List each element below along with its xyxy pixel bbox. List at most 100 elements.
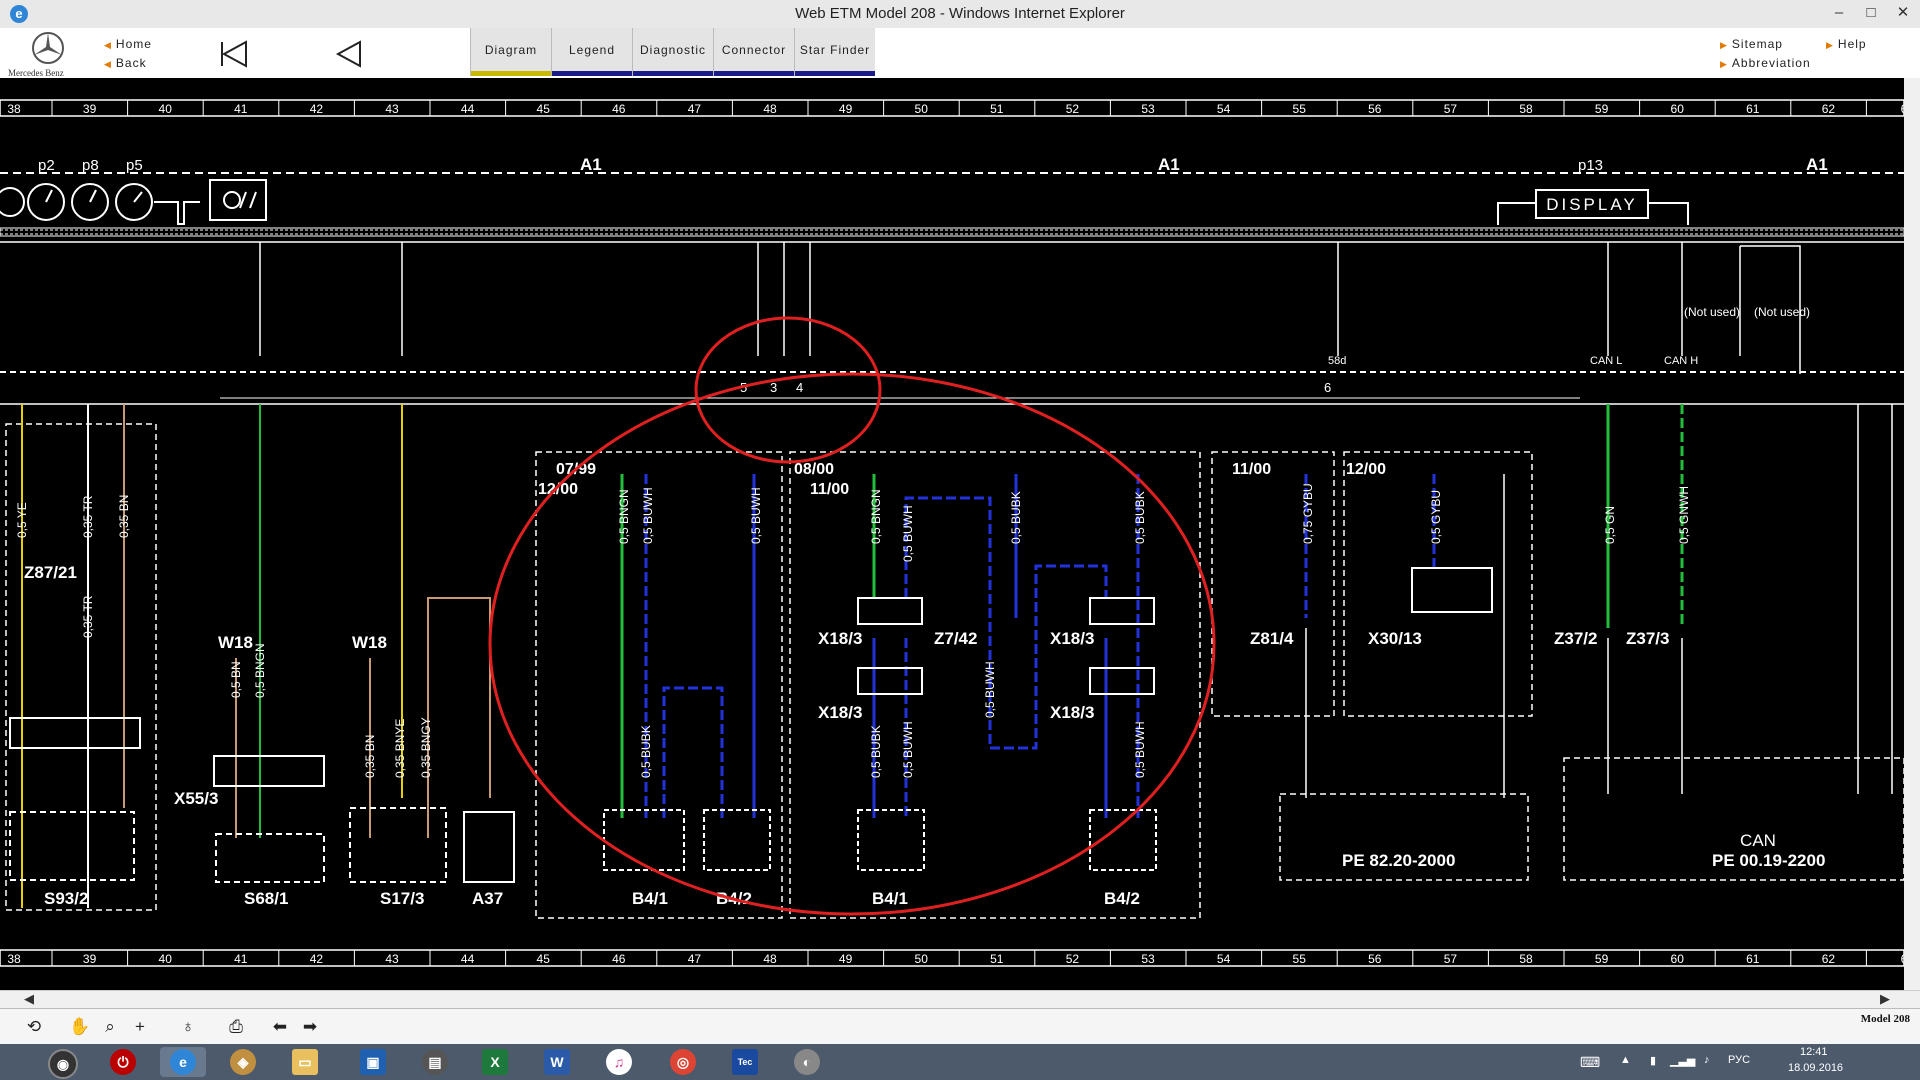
keyboard-icon[interactable]: ⌨ bbox=[1580, 1054, 1600, 1071]
clock-time[interactable]: 12:41 bbox=[1800, 1046, 1828, 1058]
pe-reference: PE 82.20-2000 bbox=[1342, 851, 1455, 870]
forward-arrow-icon[interactable]: ➡ bbox=[298, 1015, 322, 1039]
component-label: X18/3 bbox=[818, 629, 862, 648]
grid-number: 47 bbox=[688, 952, 702, 966]
wire-label: 0,35 BNYE bbox=[393, 719, 407, 778]
grid-number: 52 bbox=[1066, 102, 1080, 116]
rotate-icon[interactable]: ⟲ bbox=[22, 1015, 46, 1039]
grid-number: 54 bbox=[1217, 952, 1231, 966]
taskbar-app[interactable]: ◐ bbox=[784, 1047, 830, 1077]
window-title: Web ETM Model 208 - Windows Internet Exp… bbox=[795, 5, 1125, 22]
wire-label: 0,5 GN bbox=[1603, 506, 1617, 544]
pin-label: p2 bbox=[38, 157, 55, 174]
component-label: B4/1 bbox=[872, 889, 908, 908]
back-arrow-icon[interactable]: ⬅ bbox=[268, 1015, 292, 1039]
mercedes-logo[interactable]: Mercedes Benz bbox=[8, 30, 78, 78]
grid-number: 42 bbox=[310, 102, 324, 116]
tab-indicator bbox=[633, 71, 713, 76]
taskbar-excel-app[interactable]: X bbox=[472, 1047, 518, 1077]
component-label: A37 bbox=[472, 889, 503, 908]
scroll-left-icon[interactable]: ◀ bbox=[24, 991, 34, 1007]
grid-number: 49 bbox=[839, 102, 853, 116]
pin-label: p8 bbox=[82, 157, 99, 174]
maximize-button[interactable]: □ bbox=[1856, 2, 1886, 24]
tab-diagram[interactable]: Diagram bbox=[470, 28, 551, 76]
grid-number: 46 bbox=[612, 952, 626, 966]
taskbar-app[interactable]: ◈ bbox=[220, 1047, 266, 1077]
wire-label: 0,5 BUWH bbox=[641, 487, 655, 544]
grid-number: 47 bbox=[688, 102, 702, 116]
language-indicator[interactable]: РУС bbox=[1728, 1054, 1750, 1066]
taskbar-word-app[interactable]: W bbox=[534, 1047, 580, 1077]
tab-diagnostic[interactable]: Diagnostic bbox=[632, 28, 713, 76]
arrow-icon: ▶ bbox=[1720, 59, 1728, 69]
grid-number: 42 bbox=[310, 952, 324, 966]
first-page-icon[interactable] bbox=[218, 40, 250, 68]
back-link[interactable]: ◀ Back bbox=[104, 56, 147, 70]
module-label: A1 bbox=[580, 155, 602, 174]
previous-page-icon[interactable] bbox=[334, 40, 364, 68]
taskbar-tecdoc-app[interactable]: Tec bbox=[722, 1047, 768, 1077]
grid-number: 40 bbox=[159, 102, 173, 116]
taskbar-power-app[interactable]: ⏻ bbox=[100, 1047, 146, 1077]
grid-number: 45 bbox=[537, 102, 551, 116]
print-icon[interactable]: ⎙ bbox=[224, 1015, 248, 1039]
grid-number: 50 bbox=[915, 102, 929, 116]
sitemap-link[interactable]: ▶ Sitemap bbox=[1720, 37, 1783, 51]
pin-number: 6 bbox=[1324, 380, 1331, 395]
scroll-right-icon[interactable]: ▶ bbox=[1880, 991, 1890, 1007]
crosshair-icon[interactable]: + bbox=[128, 1015, 152, 1039]
tab-star-finder[interactable]: Star Finder bbox=[794, 28, 875, 76]
close-button[interactable]: ✕ bbox=[1888, 2, 1918, 24]
taskbar-chrome-app[interactable]: ◎ bbox=[660, 1047, 706, 1077]
zoom-icon[interactable]: ⌕ bbox=[98, 1015, 122, 1039]
wiring-diagram[interactable]: 38 39 40 41 42 43 44 45 46 47 48 49 50 51 52 53 54 55 56 57… bbox=[0, 78, 1920, 990]
grid-number: 53 bbox=[1141, 102, 1155, 116]
wire-label: 0,35 BN bbox=[117, 495, 131, 538]
home-link[interactable]: ◀ Home bbox=[104, 37, 152, 51]
tab-indicator bbox=[795, 71, 875, 76]
abbreviation-link[interactable]: ▶ Abbreviation bbox=[1720, 56, 1811, 70]
help-link[interactable]: ▶ Help bbox=[1826, 37, 1867, 51]
diagram-toolbar: ⟲ ✋ ⌕ + ♁ ⎙ ⬅ ➡ Model 208 bbox=[0, 1008, 1920, 1045]
wire-label: 0,35 BNGY bbox=[419, 717, 433, 778]
grid-number: 59 bbox=[1595, 952, 1609, 966]
tab-bar: Diagram Legend Diagnostic Connector Star… bbox=[470, 28, 875, 78]
clock-date[interactable]: 18.09.2016 bbox=[1788, 1062, 1843, 1074]
volume-icon[interactable]: ♪ bbox=[1704, 1054, 1710, 1066]
pan-hand-icon[interactable]: ✋ bbox=[68, 1015, 92, 1039]
tray-up-icon[interactable]: ▲ bbox=[1620, 1054, 1631, 1066]
back-label: Back bbox=[115, 56, 147, 70]
star-logo-icon bbox=[32, 32, 64, 64]
wire-label: 0,5 BNGN bbox=[869, 489, 883, 544]
taskbar-app[interactable]: ▣ bbox=[350, 1047, 396, 1077]
grid-number: 41 bbox=[234, 102, 248, 116]
grid-number: 60 bbox=[1671, 102, 1685, 116]
grid-number: 58 bbox=[1519, 952, 1533, 966]
battery-icon[interactable]: ▮ bbox=[1650, 1054, 1656, 1067]
wire-label: 0,75 GYBU bbox=[1301, 483, 1315, 544]
component-label: X30/13 bbox=[1368, 629, 1422, 648]
vertical-scrollbar[interactable] bbox=[1904, 78, 1920, 990]
sensor-boxes bbox=[603, 567, 1493, 871]
signal-icon[interactable]: ▁▃▅ bbox=[1670, 1054, 1695, 1067]
ruler-frame bbox=[0, 99, 1905, 117]
tab-connector[interactable]: Connector bbox=[713, 28, 794, 76]
minimize-button[interactable]: – bbox=[1824, 2, 1854, 24]
grid-number: 57 bbox=[1444, 102, 1458, 116]
wire-label: 0,5 BUWH bbox=[983, 661, 997, 718]
bulb-icon[interactable]: ♁ bbox=[176, 1015, 200, 1039]
taskbar-speaker-app[interactable]: ◉ bbox=[40, 1047, 86, 1079]
wire-label: 0,5 BUWH bbox=[1133, 721, 1147, 778]
taskbar-explorer-app[interactable]: ▭ bbox=[282, 1047, 328, 1077]
grid-number: 54 bbox=[1217, 102, 1231, 116]
grid-number: 44 bbox=[461, 102, 475, 116]
tab-legend[interactable]: Legend bbox=[551, 28, 632, 76]
taskbar-ie-app[interactable]: e bbox=[160, 1047, 206, 1077]
horizontal-scrollbar[interactable]: ◀ ▶ bbox=[0, 990, 1920, 1009]
taskbar-itunes-app[interactable]: ♫ bbox=[596, 1047, 642, 1077]
tab-label: Connector bbox=[721, 43, 787, 57]
grid-number: 45 bbox=[537, 952, 551, 966]
taskbar-app[interactable]: ▤ bbox=[412, 1047, 458, 1077]
pin-58d: 58d bbox=[1328, 355, 1346, 367]
